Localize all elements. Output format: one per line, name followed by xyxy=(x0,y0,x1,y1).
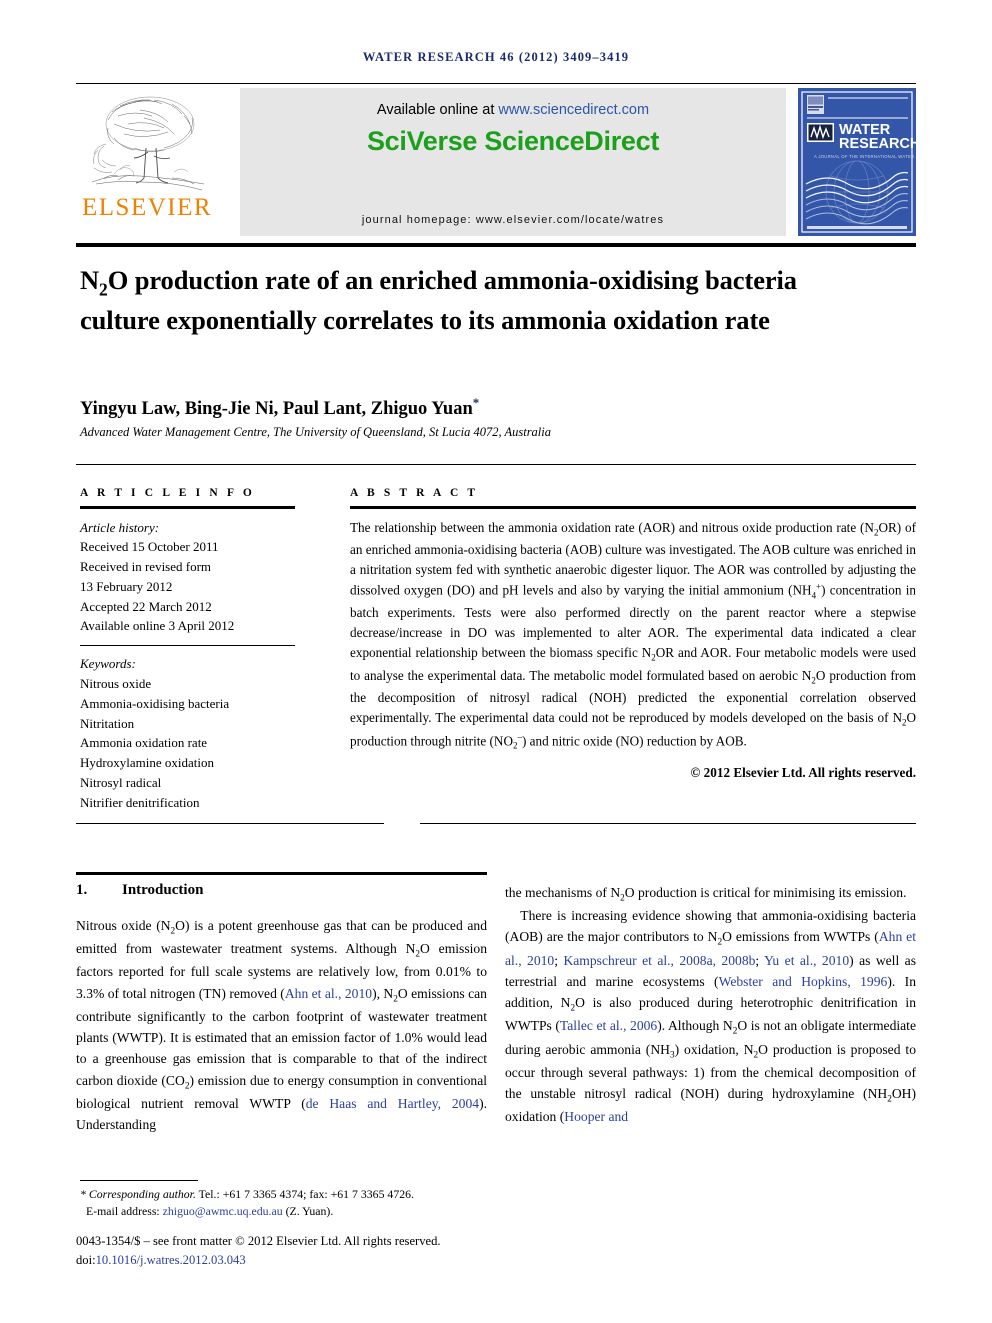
body-column-left: Nitrous oxide (N2O) is a potent greenhou… xyxy=(76,918,487,1133)
abstract-bottom-divider-left xyxy=(76,823,384,825)
abstract-heading: A B S T R A C T xyxy=(350,487,479,499)
paper-page: WATER RESEARCH 46 (2012) 3409–3419 ELSEV… xyxy=(0,0,992,1323)
footnote-star: * xyxy=(80,1187,86,1201)
sciverse-sciencedirect-logo: SciVerse ScienceDirect xyxy=(366,126,660,156)
running-head: WATER RESEARCH 46 (2012) 3409–3419 xyxy=(362,50,630,64)
keyword-item: Nitrosyl radical xyxy=(80,774,162,790)
citation-link[interactable]: Hooper and xyxy=(564,1109,628,1124)
abstract-column: A B S T R A C T The relationship between… xyxy=(350,487,916,781)
footnote-divider xyxy=(80,1180,198,1182)
citation-link[interactable]: Yu et al., 2010 xyxy=(764,953,849,968)
email-owner: (Z. Yuan). xyxy=(282,1204,334,1219)
elsevier-tree-icon xyxy=(91,96,205,191)
svg-text:A JOURNAL OF THE INTERNATIONAL: A JOURNAL OF THE INTERNATIONAL WATER ASS… xyxy=(814,154,916,159)
abstract-bottom-divider-right xyxy=(420,823,916,825)
footnote-block: * Corresponding author. Tel.: +61 7 3365… xyxy=(80,1186,510,1220)
section-number: 1. xyxy=(76,882,88,898)
masthead: ELSEVIER Available online at www.science… xyxy=(76,83,916,236)
keyword-item: Nitrous oxide xyxy=(80,676,152,692)
article-history-item: Received 15 October 2011 xyxy=(80,539,219,555)
doi-prefix: doi: xyxy=(76,1252,96,1267)
corresponding-author-contact: Tel.: +61 7 3365 4374; fax: +61 7 3365 4… xyxy=(195,1187,414,1201)
elsevier-wordmark: ELSEVIER xyxy=(82,194,213,221)
keyword-item: Ammonia oxidation rate xyxy=(80,735,208,751)
citation-link[interactable]: de Haas and Hartley, 2004 xyxy=(306,1096,479,1111)
email-label: E-mail address: xyxy=(86,1204,163,1219)
affiliation: Advanced Water Management Centre, The Un… xyxy=(80,425,552,439)
citation-link[interactable]: Webster and Hopkins, 1996 xyxy=(719,974,888,989)
available-online-prefix: Available online at xyxy=(376,102,499,118)
page-title: N2O production rate of an enriched ammon… xyxy=(80,265,797,336)
corresponding-author-marker: * xyxy=(472,395,480,410)
keywords-label: Keywords: xyxy=(80,656,136,672)
journal-cover-image: WATER RESEARCH A JOURNAL OF THE INTERNAT… xyxy=(798,88,916,236)
sciencedirect-panel: Available online at www.sciencedirect.co… xyxy=(240,88,786,236)
imprint-block: 0043-1354/$ – see front matter © 2012 El… xyxy=(76,1232,536,1269)
keyword-item: Ammonia-oxidising bacteria xyxy=(80,695,230,711)
author-list: Yingyu Law, Bing-Jie Ni, Paul Lant, Zhig… xyxy=(80,395,880,420)
article-history-item: Received in revised form xyxy=(80,559,212,575)
journal-homepage-line[interactable]: journal homepage: www.elsevier.com/locat… xyxy=(240,214,786,226)
citation-link[interactable]: Ahn et al., 2010 xyxy=(285,986,372,1001)
abstract-text: The relationship between the ammonia oxi… xyxy=(350,519,916,751)
corresponding-author-label: Corresponding author. xyxy=(88,1187,196,1201)
keyword-item: Nitritation xyxy=(80,715,135,731)
abstract-copyright: © 2012 Elsevier Ltd. All rights reserved… xyxy=(690,765,916,781)
keyword-item: Hydroxylamine oxidation xyxy=(80,755,214,771)
available-online-line: Available online at www.sciencedirect.co… xyxy=(240,102,786,118)
email-link[interactable]: zhiguo@awmc.uq.edu.au xyxy=(163,1204,283,1218)
corresponding-author-footnote: * Corresponding author. Tel.: +61 7 3365… xyxy=(80,1187,414,1201)
introduction-heading: 1. Introduction xyxy=(76,882,487,899)
abstract-rule xyxy=(350,506,916,509)
article-history-item: 13 February 2012 xyxy=(80,578,173,594)
article-info-heading: A R T I C L E I N F O xyxy=(80,487,255,499)
water-research-cover-icon: WATER RESEARCH A JOURNAL OF THE INTERNAT… xyxy=(798,88,916,236)
email-line: E-mail address: zhiguo@awmc.uq.edu.au (Z… xyxy=(80,1203,510,1220)
author-names: Yingyu Law, Bing-Jie Ni, Paul Lant, Zhig… xyxy=(80,399,473,420)
info-section-divider xyxy=(76,464,916,466)
masthead-divider xyxy=(76,243,916,247)
citation-link[interactable]: Kampschreur et al., 2008a, 2008b xyxy=(563,953,755,968)
article-history-label: Article history: xyxy=(80,519,160,535)
issn-front-matter: 0043-1354/$ – see front matter © 2012 El… xyxy=(76,1234,441,1248)
article-info-column: A R T I C L E I N F O Article history: R… xyxy=(80,487,295,812)
section-title: Introduction xyxy=(122,882,204,898)
citation-link[interactable]: Tallec et al., 2006 xyxy=(560,1018,657,1033)
elsevier-logo-block: ELSEVIER xyxy=(76,88,228,236)
svg-text:RESEARCH: RESEARCH xyxy=(839,136,916,152)
sciencedirect-url-link[interactable]: www.sciencedirect.com xyxy=(498,102,649,118)
doi-line: doi:10.1016/j.watres.2012.03.043 xyxy=(76,1251,536,1270)
doi-link[interactable]: 10.1016/j.watres.2012.03.043 xyxy=(96,1253,246,1267)
body-column-right: the mechanisms of N2O production is crit… xyxy=(505,885,916,1125)
article-history-item: Available online 3 April 2012 xyxy=(80,618,235,634)
keyword-item: Nitrifier denitrification xyxy=(80,794,200,810)
article-info-rule xyxy=(80,506,295,509)
article-history-item: Accepted 22 March 2012 xyxy=(80,598,212,614)
introduction-rule xyxy=(76,872,487,876)
keywords-divider xyxy=(80,645,295,647)
